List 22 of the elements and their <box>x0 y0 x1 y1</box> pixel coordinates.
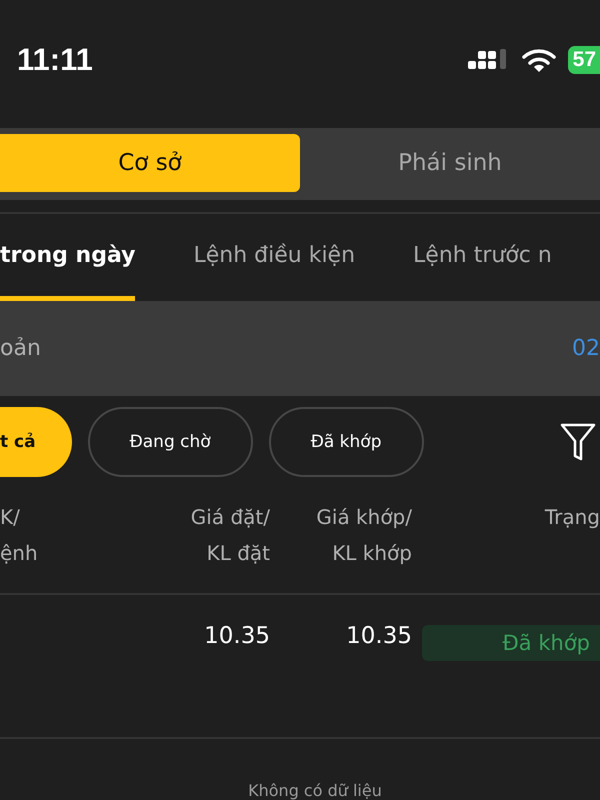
filter-chip[interactable]: t cả <box>0 407 72 477</box>
empty-message: Không có dữ liệu <box>247 781 383 800</box>
column-header: Trạng <box>544 504 600 531</box>
market-tab[interactable]: Cơ sở <box>0 134 300 192</box>
order-tab[interactable]: Lệnh điều kiện <box>193 214 356 301</box>
account-row[interactable]: oản 02 <box>0 301 600 396</box>
wifi-icon <box>522 48 556 72</box>
filter-chip[interactable]: Đã khớp <box>268 407 424 477</box>
clock-time: 11:11 <box>17 42 93 78</box>
filter-chip[interactable]: Đang chờ <box>88 407 253 477</box>
column-header: Giá khớp/ KL khớp <box>315 504 412 567</box>
market-tab[interactable]: Phái sinh <box>300 134 600 192</box>
column-header: K/ ệnh <box>0 504 39 567</box>
account-number: 02 <box>572 336 600 361</box>
order-status: Đã khớp <box>422 625 600 661</box>
matched-price: 10.35 <box>345 622 412 649</box>
column-header: Giá đặt/ KL đặt <box>190 504 270 567</box>
battery-percentage: 57 <box>568 46 600 74</box>
filter-icon[interactable] <box>560 423 596 461</box>
account-label: oản <box>0 336 41 361</box>
order-price: 10.35 <box>203 622 270 649</box>
order-tab[interactable]: Lệnh trước n <box>413 214 552 301</box>
